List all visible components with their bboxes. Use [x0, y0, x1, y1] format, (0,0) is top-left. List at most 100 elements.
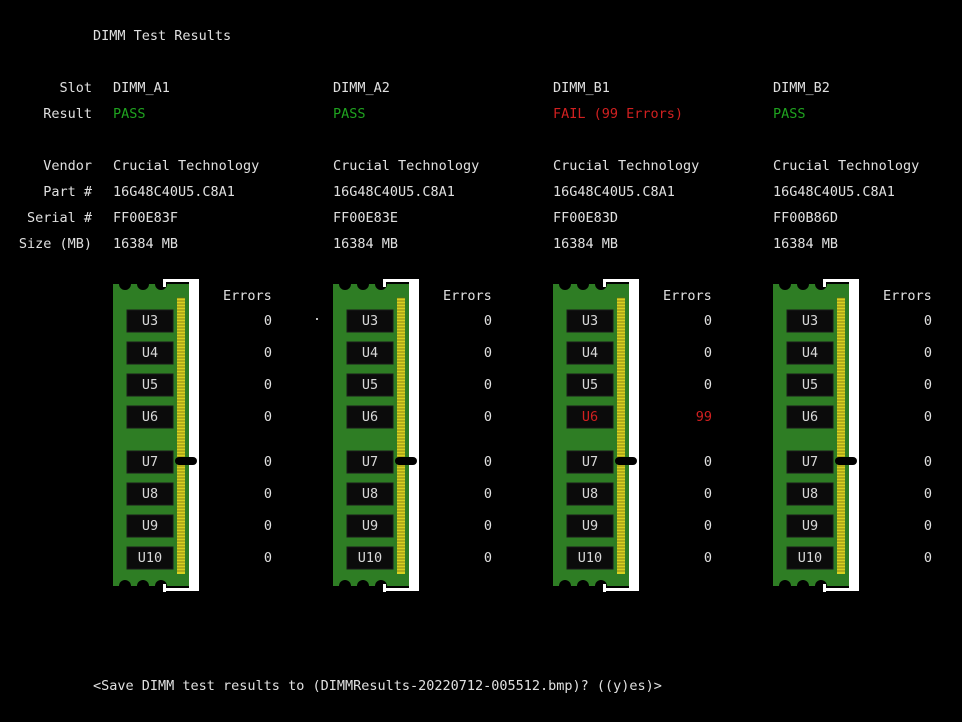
- dimm-serial: FF00B86D: [773, 210, 839, 226]
- dimm-size: 16384 MB: [773, 236, 839, 252]
- chip-label: U5: [581, 377, 599, 393]
- chip-label: U9: [581, 518, 599, 534]
- latch-top: [163, 279, 166, 287]
- chip-label: U6: [141, 409, 159, 425]
- save-prompt[interactable]: <Save DIMM test results to (DIMMResults-…: [93, 678, 662, 694]
- chip-error-count: 0: [923, 377, 932, 393]
- chip-error-count: 0: [263, 454, 272, 470]
- edge-frame: [189, 282, 199, 588]
- errors-header: Errors: [663, 288, 712, 304]
- pcb-notch: [357, 580, 369, 592]
- chip-label: U8: [141, 486, 159, 502]
- size-label: Size (MB): [18, 236, 92, 252]
- pcb-notch: [559, 278, 571, 290]
- dimm-module-graphic: Errors U3 0 U4 0 U5 0 U6 0 U7 0 U8 0 U9 0 U10 0: [331, 276, 551, 594]
- chip-error-count: 0: [263, 345, 272, 361]
- chip-label: U4: [361, 345, 379, 361]
- chip-label: U10: [357, 550, 383, 566]
- chip-error-count: 99: [695, 409, 712, 425]
- latch-top: [823, 279, 826, 287]
- stray-pixel: [316, 318, 318, 320]
- chip-error-count: 0: [263, 313, 272, 329]
- dimm-part-number: 16G48C40U5.C8A1: [113, 184, 235, 200]
- dimm-result: PASS: [113, 106, 146, 122]
- errors-header: Errors: [883, 288, 932, 304]
- latch-top: [383, 279, 386, 287]
- dimm-slot-name: DIMM_A2: [333, 80, 390, 96]
- chip-error-count: 0: [263, 550, 272, 566]
- chip-label: U10: [137, 550, 163, 566]
- chip-error-count: 0: [923, 518, 932, 534]
- dimm-module-graphic: Errors U3 0 U4 0 U5 0 U6 0 U7 0 U8 0 U9 0 U10 0: [111, 276, 331, 594]
- chip-error-count: 0: [703, 486, 712, 502]
- chip-label: U10: [797, 550, 823, 566]
- chip-error-count: 0: [263, 518, 272, 534]
- dimm-slot-name: DIMM_A1: [113, 80, 170, 96]
- latch-bottom: [163, 588, 199, 591]
- chip-error-count: 0: [483, 409, 492, 425]
- key-notch: [835, 457, 857, 465]
- chip-label: U4: [141, 345, 159, 361]
- result-label: Result: [43, 106, 92, 122]
- dimm-result: PASS: [333, 106, 366, 122]
- chip-error-count: 0: [483, 454, 492, 470]
- chip-label: U7: [141, 454, 159, 470]
- serial-label: Serial #: [26, 210, 92, 226]
- chip-label: U6: [801, 409, 819, 425]
- dimm-slot-name: DIMM_B1: [553, 80, 610, 96]
- chip-error-count: 0: [703, 377, 712, 393]
- dimm-size: 16384 MB: [333, 236, 399, 252]
- chip-error-count: 0: [923, 486, 932, 502]
- chip-label: U5: [361, 377, 379, 393]
- key-notch: [175, 457, 197, 465]
- chip-error-count: 0: [923, 409, 932, 425]
- latch-bottom: [383, 588, 419, 591]
- chip-error-count: 0: [483, 377, 492, 393]
- pcb-notch: [779, 278, 791, 290]
- chip-error-count: 0: [923, 454, 932, 470]
- latch-top: [383, 279, 419, 282]
- page-title: DIMM Test Results: [93, 28, 232, 44]
- chip-label: U3: [581, 313, 599, 329]
- chip-label: U9: [141, 518, 159, 534]
- dimm-vendor: Crucial Technology: [773, 158, 920, 174]
- pcb-notch: [357, 278, 369, 290]
- latch-top: [163, 279, 199, 282]
- dimm-serial: FF00E83E: [333, 210, 399, 226]
- chip-label: U4: [801, 345, 819, 361]
- chip-label: U9: [361, 518, 379, 534]
- chip-error-count: 0: [703, 454, 712, 470]
- vendor-label: Vendor: [43, 158, 92, 174]
- chip-label: U3: [801, 313, 819, 329]
- chip-error-count: 0: [923, 550, 932, 566]
- dimm-size: 16384 MB: [553, 236, 619, 252]
- chip-label: U8: [361, 486, 379, 502]
- chip-error-count: 0: [923, 345, 932, 361]
- errors-header: Errors: [223, 288, 272, 304]
- latch-bottom: [383, 584, 386, 592]
- dimm-result: PASS: [773, 106, 806, 122]
- chip-label: U6: [361, 409, 379, 425]
- pcb-notch: [137, 580, 149, 592]
- chip-error-count: 0: [483, 345, 492, 361]
- chip-error-count: 0: [263, 409, 272, 425]
- part-label: Part #: [43, 184, 92, 200]
- pcb-notch: [119, 278, 131, 290]
- chip-error-count: 0: [703, 550, 712, 566]
- chip-label: U5: [141, 377, 159, 393]
- chip-label: U7: [581, 454, 599, 470]
- dimm-part-number: 16G48C40U5.C8A1: [773, 184, 895, 200]
- dimm-serial: FF00E83F: [113, 210, 179, 226]
- dimm-module-graphic: Errors U3 0 U4 0 U5 0 U6 0 U7 0 U8 0 U9 0 U10 0: [771, 276, 962, 594]
- pcb-notch: [119, 580, 131, 592]
- chip-label: U10: [577, 550, 603, 566]
- pcb-notch: [559, 580, 571, 592]
- pcb-notch: [797, 278, 809, 290]
- chip-label: U6: [581, 409, 599, 425]
- errors-header: Errors: [443, 288, 492, 304]
- chip-error-count: 0: [923, 313, 932, 329]
- chip-label: U8: [581, 486, 599, 502]
- latch-bottom: [163, 584, 166, 592]
- chip-error-count: 0: [703, 313, 712, 329]
- pcb-notch: [339, 580, 351, 592]
